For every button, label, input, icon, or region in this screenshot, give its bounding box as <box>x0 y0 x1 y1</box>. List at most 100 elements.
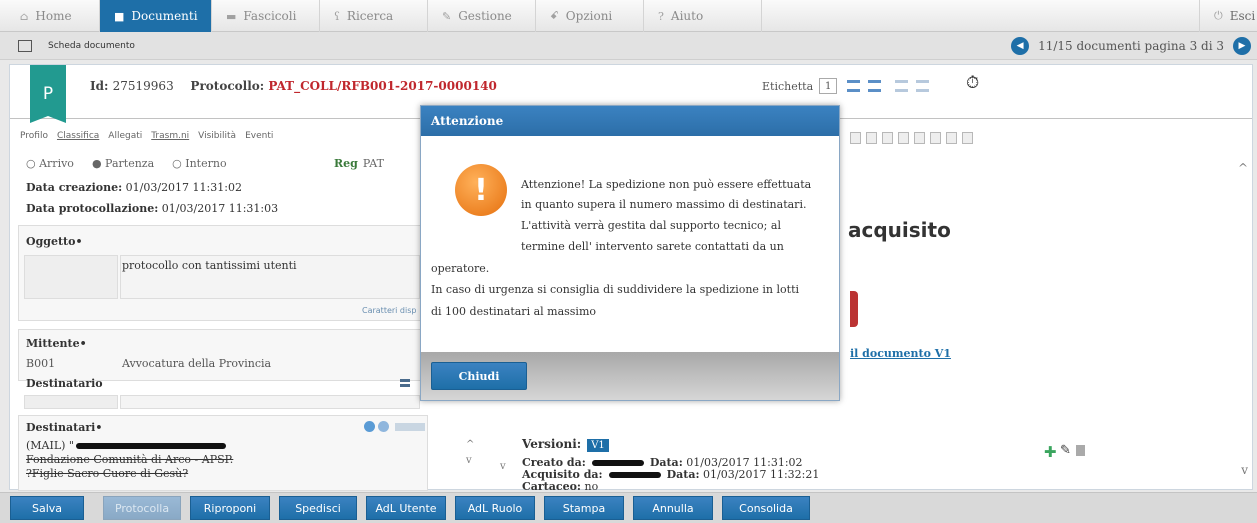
add-version-icon[interactable]: ✚ <box>1044 443 1057 461</box>
scroll-up-icon[interactable]: ^ <box>1238 161 1248 175</box>
document-icon: ■ <box>114 9 125 23</box>
barcode-icon[interactable] <box>847 80 861 92</box>
next-document-button[interactable]: ▶ <box>1233 37 1251 55</box>
tab-gestione[interactable]: ✎ Gestione <box>428 0 536 32</box>
etichetta-group: Etichetta 1 <box>762 78 930 94</box>
recipient-details-icon[interactable] <box>378 421 389 432</box>
tab-allegati[interactable]: Allegati <box>108 131 142 141</box>
tab-aiuto[interactable]: ? Aiuto <box>644 0 762 32</box>
oggetto-label: Oggetto• <box>26 235 83 248</box>
tab-opzioni[interactable]: ꗃ Opzioni <box>536 0 644 32</box>
help-icon: ? <box>658 9 664 23</box>
etichetta-input[interactable]: 1 <box>819 78 838 94</box>
destinatari-toolbar <box>364 421 425 432</box>
document-toolbar <box>850 132 978 144</box>
tab-home[interactable]: ⌂ Home <box>0 0 100 32</box>
pager-text: 11/15 documenti pagina 3 di 3 <box>1038 39 1224 53</box>
save-button[interactable]: Salva <box>10 496 84 520</box>
redacted-text <box>608 471 661 478</box>
document-link[interactable]: il documento V1 <box>850 347 951 360</box>
edit-icon[interactable]: ✎ <box>1060 443 1071 458</box>
adl-user-button[interactable]: AdL Utente <box>366 496 446 520</box>
address-book-icon[interactable] <box>400 379 410 387</box>
mittente-name: Avvocatura della Provincia <box>122 357 272 370</box>
list-scroll-up-icon[interactable]: ^ <box>466 439 474 450</box>
tab-fascicoli[interactable]: ▬ Fascicoli <box>212 0 320 32</box>
trash-icon[interactable] <box>1076 445 1085 456</box>
lock-open-icon[interactable] <box>898 132 909 144</box>
acquire-button-edge[interactable] <box>850 291 858 327</box>
cancel-button[interactable]: Annulla <box>633 496 713 520</box>
fullscreen-icon[interactable] <box>930 132 941 144</box>
list-item: ?Figlie Sacro Cuore di Gesù? <box>26 467 189 480</box>
text-icon[interactable] <box>962 132 973 144</box>
version-badge[interactable]: V1 <box>587 439 609 452</box>
expand-icon[interactable]: v <box>500 461 506 472</box>
print-button[interactable]: Stampa <box>544 496 624 520</box>
close-button[interactable]: Chiudi <box>431 362 527 390</box>
people-icon: ꗃ <box>550 9 559 22</box>
registry-field: Reg PAT <box>334 157 384 170</box>
redacted-text <box>76 442 226 449</box>
add-recipient-icon[interactable] <box>364 421 375 432</box>
dialog-message-line: di 100 destinatari al massimo <box>431 305 596 318</box>
timestamp-icon[interactable]: ⏱ <box>966 73 979 93</box>
tab-ricerca[interactable]: ʕ Ricerca <box>320 0 428 32</box>
scroll-down-icon[interactable]: v <box>1241 463 1248 477</box>
power-icon: ⏻ <box>1214 9 1223 22</box>
page-icon[interactable] <box>866 132 877 144</box>
recipient-tools-icon[interactable] <box>395 423 425 431</box>
action-bar: Salva Protocolla Riproponi Spedisci AdL … <box>0 492 1257 523</box>
list-item: (MAIL) " <box>26 439 233 453</box>
destinatario-code-field[interactable] <box>24 395 118 409</box>
oggetto-code-field[interactable] <box>24 255 118 299</box>
tab-classifica[interactable]: Classifica <box>57 131 99 141</box>
radio-partenza[interactable]: ● Partenza <box>92 157 163 170</box>
adl-role-button[interactable]: AdL Ruolo <box>455 496 535 520</box>
acquisition-status: acquisito <box>848 218 951 242</box>
radio-interno[interactable]: ○ Interno <box>172 157 235 170</box>
dialog-message-line: in quanto supera il numero massimo di de… <box>521 198 807 211</box>
tab-visibilita[interactable]: Visibilità <box>198 131 236 141</box>
document-icon <box>18 39 32 52</box>
attention-dialog: Attenzione ! Attenzione! La spedizione n… <box>420 105 840 401</box>
breadcrumb-bar: Scheda documento ◀ 11/15 documenti pagin… <box>0 32 1257 60</box>
redacted-text <box>591 459 644 466</box>
repropose-button[interactable]: Riproponi <box>190 496 270 520</box>
exit-button[interactable]: ⏻ Esci <box>1199 0 1257 32</box>
receipt-icon[interactable] <box>916 80 930 92</box>
dialog-message-line: termine dell' intervento sarete contatta… <box>521 240 784 253</box>
radio-arrivo[interactable]: ○ Arrivo <box>26 157 83 170</box>
sign-icon[interactable] <box>914 132 925 144</box>
dialog-message-line: operatore. <box>431 262 490 275</box>
destinatari-list[interactable]: (MAIL) " Fondazione Comunità di Arco - A… <box>26 439 233 481</box>
print-label-icon[interactable] <box>895 80 909 92</box>
protocol-number: PAT_COLL/RFB001-2017-0000140 <box>268 79 497 93</box>
oggetto-value: protocollo con tantissimi utenti <box>122 259 297 272</box>
zoom-icon[interactable] <box>850 132 861 144</box>
creation-date: Data creazione: 01/03/2017 11:31:02 <box>26 181 242 194</box>
char-counter: Caratteri disp <box>362 306 417 315</box>
print-icon[interactable] <box>946 132 957 144</box>
send-button[interactable]: Spedisci <box>279 496 357 520</box>
dialog-message-line: In caso di urgenza si consiglia di suddi… <box>431 283 800 296</box>
tab-eventi[interactable]: Eventi <box>245 131 273 141</box>
dialog-title: Attenzione <box>421 106 839 136</box>
pager: ◀ 11/15 documenti pagina 3 di 3 ▶ <box>1011 37 1251 55</box>
wrench-icon: ✎ <box>442 9 452 23</box>
tab-trasmissioni[interactable]: Trasm.ni <box>151 131 189 141</box>
list-item: Fondazione Comunità di Arco - APSP. <box>26 453 234 466</box>
versions-label: Versioni: V1 <box>522 437 609 452</box>
destinatario-label: Destinatario <box>26 377 103 390</box>
protocol-date: Data protocollazione: 01/03/2017 11:31:0… <box>26 202 279 215</box>
list-scroll-down-icon[interactable]: v <box>466 455 472 466</box>
barcode-small-icon[interactable] <box>868 80 882 92</box>
search-icon: ʕ <box>334 9 340 23</box>
lock-icon[interactable] <box>882 132 893 144</box>
previous-document-button[interactable]: ◀ <box>1011 37 1030 55</box>
destinatario-field[interactable] <box>120 395 420 409</box>
consolidate-button[interactable]: Consolida <box>722 496 810 520</box>
direction-radios: ○ Arrivo ● Partenza ○ Interno <box>26 157 245 170</box>
tab-profilo[interactable]: Profilo <box>20 131 48 141</box>
tab-documenti[interactable]: ■ Documenti <box>100 0 212 32</box>
